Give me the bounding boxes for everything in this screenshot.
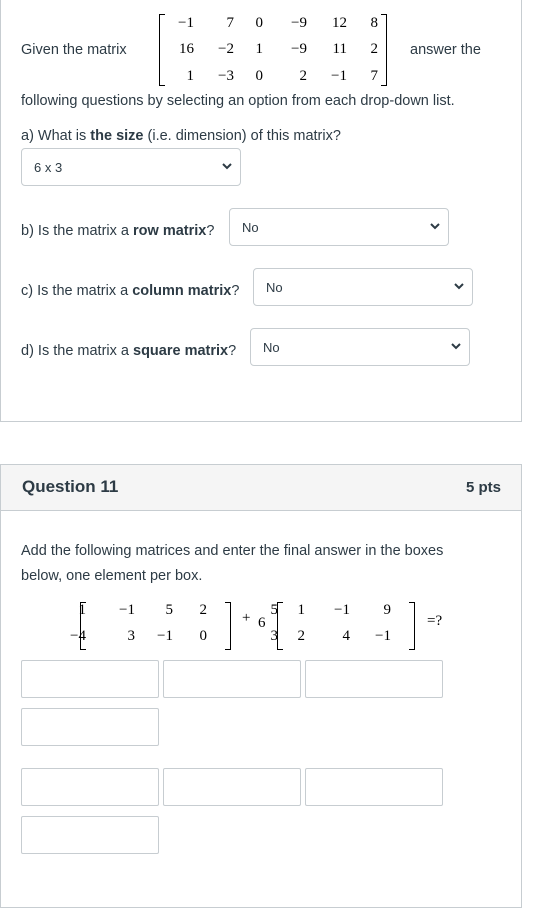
instructions-line1: Add the following matrices and enter the… [21, 543, 444, 559]
matrix-a-cell: 3 [127, 628, 136, 644]
matrix-a-cell: −1 [157, 628, 173, 644]
scalar: 6 [258, 615, 266, 631]
answer-box-r2c2[interactable] [163, 768, 301, 806]
matrix-b-right-bracket [409, 602, 415, 650]
matrix-b-cell: 9 [383, 602, 392, 618]
matrix-a-cell: 0 [199, 628, 208, 644]
answer-box-r2c4[interactable] [21, 816, 159, 854]
question-11-header: Question 11 5 pts [0, 464, 522, 511]
answer-box-r1c1[interactable] [21, 660, 159, 698]
matrix-a-cell: −4 [70, 628, 86, 644]
matrix-b-cell: 1 [297, 602, 306, 618]
matrix-a-cell: −1 [119, 602, 135, 618]
matrix-b-cell: −1 [334, 602, 350, 618]
matrix-b-cell: 3 [270, 628, 279, 644]
plus-sign: + [242, 610, 251, 626]
answer-box-r2c3[interactable] [305, 768, 443, 806]
matrix-a-cell: 5 [165, 602, 174, 618]
question-title: Question 11 [22, 477, 119, 496]
question-10-panel-frame [0, 0, 522, 422]
equals-question: =? [427, 613, 443, 629]
answer-box-r1c3[interactable] [305, 660, 443, 698]
answer-box-r2c1[interactable] [21, 768, 159, 806]
matrix-b-cell: 5 [270, 602, 279, 618]
matrix-a-right-bracket [225, 602, 231, 650]
question-11-body: Add the following matrices and enter the… [0, 510, 522, 908]
answer-box-r1c4[interactable] [21, 708, 159, 746]
answer-box-r1c2[interactable] [163, 660, 301, 698]
instructions-line2: below, one element per box. [21, 568, 203, 584]
matrix-b-cell: 2 [297, 628, 306, 644]
question-points: 5 pts [465, 479, 501, 496]
matrix-b-cell: 4 [342, 628, 351, 644]
matrix-b-cell: −1 [375, 628, 391, 644]
matrix-a-cell: 1 [78, 602, 87, 618]
matrix-a-cell: 2 [199, 602, 208, 618]
